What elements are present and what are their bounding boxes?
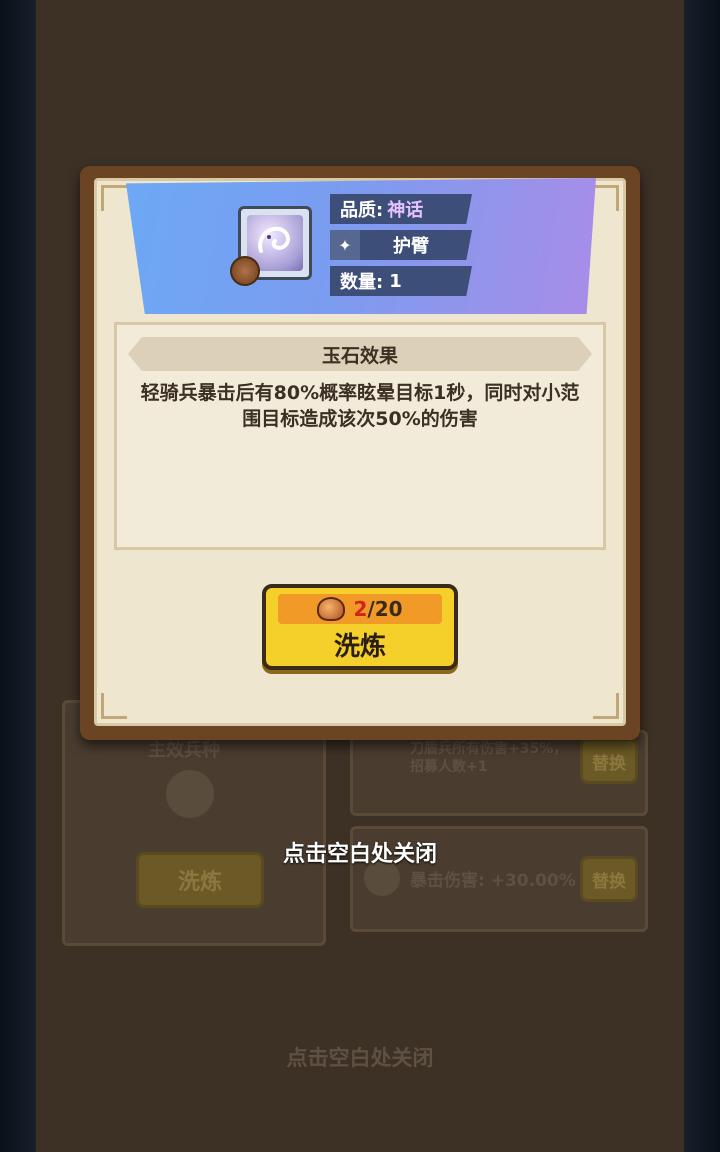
wolf-slot-icon: ✦ [330,230,360,260]
jade-badge-icon [230,256,260,286]
right-edge [684,0,720,1152]
refine-label: 洗炼 [333,632,386,662]
slot-name: 护臂 [393,236,429,257]
quality-row: 品质: 神话 [330,194,472,224]
effect-title: 玉石效果 [128,337,592,371]
effect-description: 轻骑兵暴击后有80%概率眩晕目标1秒，同时对小范围目标造成该次50%的伤害 [140,382,580,430]
count-row: 数量: 1 [330,266,472,296]
left-edge [0,0,36,1152]
quality-label: 品质: [340,200,384,221]
bg-card-right-row2: 暴击伤害: +30.00% [410,871,576,891]
close-hint[interactable]: 点击空白处关闭 [0,836,720,868]
bg-horse-icon [166,770,214,818]
bg-close-hint: 点击空白处关闭 [286,1046,434,1070]
quality-value: 神话 [387,200,424,221]
bg-card-right-row1: 刀盾兵所有伤害+35%，招募人数+1 [410,741,568,775]
corner-ornament [101,185,127,211]
count-label: 数量: [340,272,384,293]
slot-row: ✦ 护臂 [330,230,472,260]
cost-total: /20 [367,597,403,621]
count-value: 1 [389,270,402,292]
refine-cost: 2 /20 [278,594,442,624]
tiger-coin-icon [317,597,346,621]
bg-swap-button-1: 替换 [580,738,638,784]
corner-ornament [593,693,619,719]
refine-button[interactable]: 2 /20 洗炼 [262,584,458,670]
corner-ornament [593,185,619,211]
corner-ornament [101,693,127,719]
cost-have: 2 [353,597,368,621]
